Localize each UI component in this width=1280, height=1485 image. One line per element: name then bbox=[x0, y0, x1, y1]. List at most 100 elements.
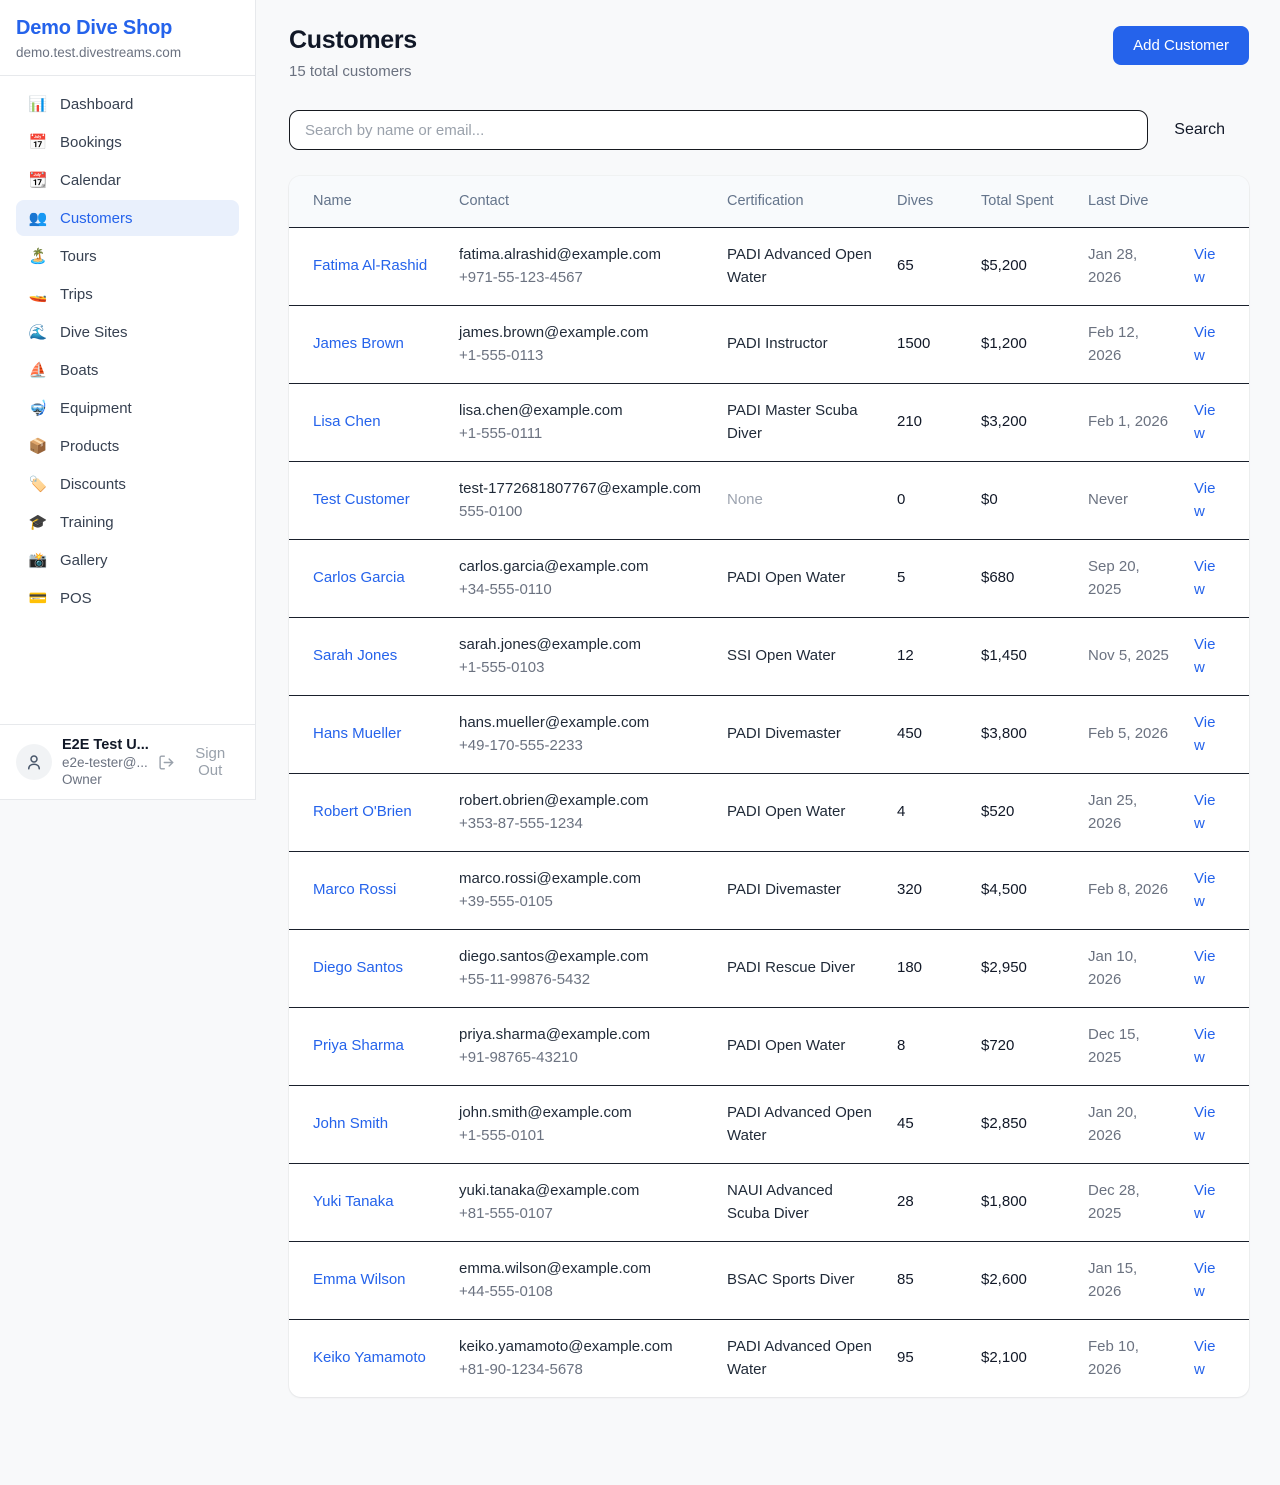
customer-phone: +44-555-0108 bbox=[459, 1281, 703, 1304]
customer-name-link[interactable]: Diego Santos bbox=[313, 959, 403, 976]
customer-name-link[interactable]: Lisa Chen bbox=[313, 413, 381, 430]
last-dive: Dec 28, 2025 bbox=[1088, 1182, 1140, 1222]
sidebar-item-pos[interactable]: 💳 POS bbox=[16, 580, 239, 616]
total-spent: $2,600 bbox=[981, 1271, 1027, 1288]
sidebar-item-label: POS bbox=[60, 590, 92, 607]
sidebar-item-equipment[interactable]: 🤿 Equipment bbox=[16, 390, 239, 426]
view-link[interactable]: View bbox=[1194, 324, 1215, 364]
sidebar-item-label: Products bbox=[60, 438, 119, 455]
customer-name-link[interactable]: John Smith bbox=[313, 1115, 388, 1132]
sidebar-item-bookings[interactable]: 📅 Bookings bbox=[16, 124, 239, 160]
customer-phone: +971-55-123-4567 bbox=[459, 267, 703, 290]
column-header-contact: Contact bbox=[447, 176, 715, 228]
table-row: Yuki Tanaka yuki.tanaka@example.com +81-… bbox=[289, 1164, 1249, 1242]
view-link[interactable]: View bbox=[1194, 558, 1215, 598]
sidebar-item-label: Customers bbox=[60, 210, 133, 227]
customer-phone: +34-555-0110 bbox=[459, 579, 703, 602]
last-dive: Dec 15, 2025 bbox=[1088, 1026, 1140, 1066]
sidebar-item-tours[interactable]: 🏝️ Tours bbox=[16, 238, 239, 274]
contact-cell: yuki.tanaka@example.com +81-555-0107 bbox=[447, 1164, 715, 1242]
user-email: e2e-tester@... bbox=[62, 755, 148, 770]
last-dive: Jan 25, 2026 bbox=[1088, 792, 1137, 832]
customer-name-link[interactable]: Keiko Yamamoto bbox=[313, 1349, 426, 1366]
view-link[interactable]: View bbox=[1194, 1338, 1215, 1378]
last-dive: Jan 28, 2026 bbox=[1088, 246, 1137, 286]
sidebar-item-dashboard[interactable]: 📊 Dashboard bbox=[16, 86, 239, 122]
page-header: Customers 15 total customers Add Custome… bbox=[289, 26, 1249, 80]
table-row: Lisa Chen lisa.chen@example.com +1-555-0… bbox=[289, 384, 1249, 462]
sidebar-item-dive-sites[interactable]: 🌊 Dive Sites bbox=[16, 314, 239, 350]
column-header-actions bbox=[1182, 176, 1249, 228]
last-dive: Feb 5, 2026 bbox=[1088, 725, 1168, 742]
customer-name-link[interactable]: Yuki Tanaka bbox=[313, 1193, 394, 1210]
customer-name-link[interactable]: Sarah Jones bbox=[313, 647, 397, 664]
table-body: Fatima Al-Rashid fatima.alrashid@example… bbox=[289, 228, 1249, 1398]
customer-name-link[interactable]: Robert O'Brien bbox=[313, 803, 412, 820]
sidebar-item-customers[interactable]: 👥 Customers bbox=[16, 200, 239, 236]
customer-name-link[interactable]: Carlos Garcia bbox=[313, 569, 405, 586]
user-name: E2E Test U... bbox=[62, 737, 148, 753]
sidebar-item-calendar[interactable]: 📆 Calendar bbox=[16, 162, 239, 198]
customer-name-link[interactable]: Marco Rossi bbox=[313, 881, 396, 898]
sidebar-item-label: Dive Sites bbox=[60, 324, 128, 341]
total-spent: $1,800 bbox=[981, 1193, 1027, 1210]
customer-name-link[interactable]: Hans Mueller bbox=[313, 725, 401, 742]
table-row: Emma Wilson emma.wilson@example.com +44-… bbox=[289, 1242, 1249, 1320]
sidebar-item-trips[interactable]: 🚤 Trips bbox=[16, 276, 239, 312]
customer-phone: +81-555-0107 bbox=[459, 1203, 703, 1226]
gallery-icon: 📸 bbox=[28, 551, 48, 569]
view-link[interactable]: View bbox=[1194, 1104, 1215, 1144]
total-spent: $1,200 bbox=[981, 335, 1027, 352]
view-link[interactable]: View bbox=[1194, 948, 1215, 988]
customer-count: 15 total customers bbox=[289, 63, 417, 80]
customer-name-link[interactable]: James Brown bbox=[313, 335, 404, 352]
add-customer-button[interactable]: Add Customer bbox=[1113, 26, 1249, 65]
certification: PADI Advanced Open Water bbox=[727, 246, 872, 286]
view-link[interactable]: View bbox=[1194, 1260, 1215, 1300]
total-spent: $0 bbox=[981, 491, 998, 508]
dives-count: 320 bbox=[897, 881, 922, 898]
dives-count: 45 bbox=[897, 1115, 914, 1132]
last-dive: Feb 1, 2026 bbox=[1088, 413, 1168, 430]
view-link[interactable]: View bbox=[1194, 246, 1215, 286]
customer-phone: +39-555-0105 bbox=[459, 891, 703, 914]
main-content: Customers 15 total customers Add Custome… bbox=[256, 0, 1280, 1421]
total-spent: $4,500 bbox=[981, 881, 1027, 898]
last-dive: Feb 10, 2026 bbox=[1088, 1338, 1139, 1378]
total-spent: $3,200 bbox=[981, 413, 1027, 430]
tours-icon: 🏝️ bbox=[28, 247, 48, 265]
table-row: Carlos Garcia carlos.garcia@example.com … bbox=[289, 540, 1249, 618]
view-link[interactable]: View bbox=[1194, 792, 1215, 832]
bookings-icon: 📅 bbox=[28, 133, 48, 151]
sidebar-item-boats[interactable]: ⛵ Boats bbox=[16, 352, 239, 388]
sign-out-button[interactable]: Sign Out bbox=[158, 745, 239, 779]
view-link[interactable]: View bbox=[1194, 636, 1215, 676]
search-row: Search bbox=[289, 110, 1249, 150]
sidebar-item-discounts[interactable]: 🏷️ Discounts bbox=[16, 466, 239, 502]
view-link[interactable]: View bbox=[1194, 402, 1215, 442]
search-input[interactable] bbox=[289, 110, 1148, 150]
sidebar-item-label: Discounts bbox=[60, 476, 126, 493]
view-link[interactable]: View bbox=[1194, 870, 1215, 910]
sidebar-item-training[interactable]: 🎓 Training bbox=[16, 504, 239, 540]
view-link[interactable]: View bbox=[1194, 1182, 1215, 1222]
contact-cell: test-1772681807767@example.com 555-0100 bbox=[447, 462, 715, 540]
customer-email: keiko.yamamoto@example.com bbox=[459, 1336, 703, 1359]
contact-cell: keiko.yamamoto@example.com +81-90-1234-5… bbox=[447, 1320, 715, 1398]
view-link[interactable]: View bbox=[1194, 1026, 1215, 1066]
table-row: Sarah Jones sarah.jones@example.com +1-5… bbox=[289, 618, 1249, 696]
dives-count: 5 bbox=[897, 569, 905, 586]
view-link[interactable]: View bbox=[1194, 480, 1215, 520]
last-dive: Jan 20, 2026 bbox=[1088, 1104, 1137, 1144]
customer-name-link[interactable]: Fatima Al-Rashid bbox=[313, 257, 427, 274]
customer-email: test-1772681807767@example.com bbox=[459, 478, 703, 501]
dives-count: 95 bbox=[897, 1349, 914, 1366]
view-link[interactable]: View bbox=[1194, 714, 1215, 754]
sidebar-item-gallery[interactable]: 📸 Gallery bbox=[16, 542, 239, 578]
customer-name-link[interactable]: Emma Wilson bbox=[313, 1271, 406, 1288]
certification: SSI Open Water bbox=[727, 647, 836, 664]
sidebar-item-products[interactable]: 📦 Products bbox=[16, 428, 239, 464]
customer-name-link[interactable]: Test Customer bbox=[313, 491, 410, 508]
customer-name-link[interactable]: Priya Sharma bbox=[313, 1037, 404, 1054]
search-button[interactable]: Search bbox=[1174, 121, 1225, 139]
